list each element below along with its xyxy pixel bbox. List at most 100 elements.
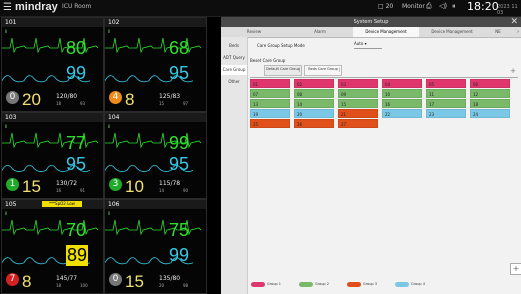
bed-cell[interactable]: 08	[294, 89, 334, 98]
hr-label: II	[108, 124, 111, 129]
bed-cell[interactable]: 12	[470, 89, 510, 98]
tab-device-management-2[interactable]: Device Management	[419, 27, 485, 37]
speaker-icon[interactable]: ◁)	[439, 2, 447, 10]
bed-cell[interactable]: 19	[250, 109, 290, 118]
bed-count: □ 20	[378, 3, 394, 10]
close-icon[interactable]: |	[339, 68, 340, 72]
tab-review[interactable]: Review	[221, 27, 287, 37]
group-legend-item[interactable]: Group 3	[347, 280, 393, 289]
nibp-value: 120/80	[56, 93, 78, 100]
bed-cell[interactable]: 16	[382, 99, 422, 108]
bed-cell[interactable]: 07	[250, 89, 290, 98]
spo2-value: 95	[169, 154, 190, 174]
alarm-count-badge[interactable]: 1	[6, 178, 19, 191]
bed-tile[interactable]: 102 II 68 95 4 8 125/83 97 15	[104, 17, 207, 112]
group-legend-item[interactable]: Group 2	[299, 280, 345, 289]
bed-cell[interactable]: 27	[338, 119, 378, 128]
system-setup-dialog: System Setup ✕ Review Alarm Device Manag…	[221, 17, 521, 294]
group-legend-label: Group 1	[267, 282, 281, 286]
bed-cell[interactable]: 25	[250, 119, 290, 128]
bed-cell[interactable]: 13	[250, 99, 290, 108]
hr-label: II	[5, 211, 8, 216]
alarm-count-badge[interactable]: 0	[6, 91, 19, 104]
group-legend-label: Group 2	[315, 282, 329, 286]
alarm-count-badge[interactable]: 7	[6, 273, 19, 286]
bed-cell[interactable]: 20	[294, 109, 334, 118]
hr-value: 70	[66, 220, 87, 240]
bed-cell[interactable]: 02	[294, 79, 334, 88]
tab-alarm[interactable]: Alarm	[287, 27, 353, 37]
bed-cell[interactable]: 09	[338, 89, 378, 98]
rr-value: 18	[56, 283, 62, 288]
bed-cell[interactable]: 23	[426, 109, 466, 118]
nibp-value: 130/72	[56, 180, 78, 187]
tab-device-management[interactable]: Device Management	[353, 27, 419, 37]
group-legend-label: Group 4	[411, 282, 425, 286]
bed-tile[interactable]: 104 II 99 95 3 10 115/78 90 14	[104, 112, 207, 199]
spo2-value: 95	[169, 63, 190, 83]
alarm-count-badge[interactable]: 0	[109, 273, 122, 286]
bed-cell[interactable]: 04	[382, 79, 422, 88]
monitor-label: Monitor	[402, 3, 425, 10]
care-tab-label: Default Care Group	[266, 67, 300, 71]
bed-cell[interactable]: 06	[470, 79, 510, 88]
care-tab-default[interactable]: Default Care Group |	[264, 65, 302, 76]
alarm-count-badge[interactable]: 3	[109, 178, 122, 191]
spo2-value: 89	[66, 245, 89, 266]
group-legend: Group 1 Group 2 Group 3 Group 4	[251, 280, 519, 291]
bed-cell[interactable]: 21	[338, 109, 378, 118]
bed-cell[interactable]: 05	[426, 79, 466, 88]
date: 2023 11 03	[497, 4, 518, 16]
spo2-value: 99	[66, 63, 87, 83]
close-icon[interactable]: |	[299, 68, 300, 72]
hr-label: II	[108, 29, 111, 34]
rr-value: 16	[56, 188, 62, 193]
pause-icon[interactable]: ⏸	[452, 2, 456, 11]
side-item-other[interactable]: Other	[221, 77, 247, 87]
side-item-care-group[interactable]: Care Group	[221, 65, 247, 75]
rr-value: 15	[159, 101, 165, 106]
add-group-button[interactable]: +	[510, 263, 521, 275]
printer-icon[interactable]: ⎙	[426, 2, 432, 11]
care-group-mode-select[interactable]: Auto ▾	[354, 40, 382, 49]
chevron-right-icon[interactable]: ›	[517, 27, 519, 37]
bed-cell[interactable]: 26	[294, 119, 334, 128]
spo2-value: 95	[66, 154, 87, 174]
bed-cell[interactable]: 18	[470, 99, 510, 108]
bed-cell[interactable]: 17	[426, 99, 466, 108]
side-item-beds[interactable]: Beds	[221, 41, 247, 51]
bed-cell[interactable]: 22	[382, 109, 422, 118]
group-color-swatch	[395, 282, 409, 287]
close-icon[interactable]: ✕	[510, 17, 518, 27]
tab-ne[interactable]: NE	[485, 27, 511, 37]
alarm-count-badge[interactable]: 4	[109, 91, 122, 104]
side-item-adt-query[interactable]: ADT Query	[221, 53, 247, 63]
care-tab-label: Beds Care Group	[308, 67, 338, 71]
care-tab-beds[interactable]: Beds Care Group |	[304, 65, 342, 76]
care-group-tabs: Default Care Group | Beds Care Group | +	[250, 65, 518, 78]
hr-value: 99	[169, 133, 190, 153]
bed-cell[interactable]: 03	[338, 79, 378, 88]
hr-label: II	[108, 211, 111, 216]
bed-cell[interactable]: 11	[426, 89, 466, 98]
bed-tile[interactable]: 103 II 77 95 1 15 130/72 91 16	[1, 112, 104, 199]
resp-value: 15	[125, 272, 144, 291]
clock: 18:20	[467, 0, 499, 13]
bed-cell[interactable]: 14	[294, 99, 334, 108]
bed-cell[interactable]: 01	[250, 79, 290, 88]
nibp-mean: 98	[183, 283, 189, 288]
bed-cell[interactable]: 24	[470, 109, 510, 118]
bed-tile[interactable]: 105 ***SpO2 Low II 70 89 7 8 145/77 100 …	[1, 199, 104, 294]
bed-cell[interactable]: 15	[338, 99, 378, 108]
bed-tile[interactable]: 101 II 80 99 0 20 120/80 93 18	[1, 17, 104, 112]
hr-value: 77	[66, 133, 87, 153]
group-legend-item[interactable]: Group 1	[251, 280, 297, 289]
hamburger-menu-icon[interactable]: ☰	[3, 2, 12, 13]
group-legend-item[interactable]: Group 4	[395, 280, 441, 289]
sub-label: Beset Care Group	[250, 58, 286, 63]
hr-value: 75	[169, 220, 190, 240]
bed-cell[interactable]: 10	[382, 89, 422, 98]
add-care-group-icon[interactable]: +	[510, 67, 516, 75]
care-group-mode-label: Care Group Setup Mode	[257, 43, 305, 48]
bed-tile[interactable]: 106 II 75 99 0 15 135/80 98 20	[104, 199, 207, 294]
